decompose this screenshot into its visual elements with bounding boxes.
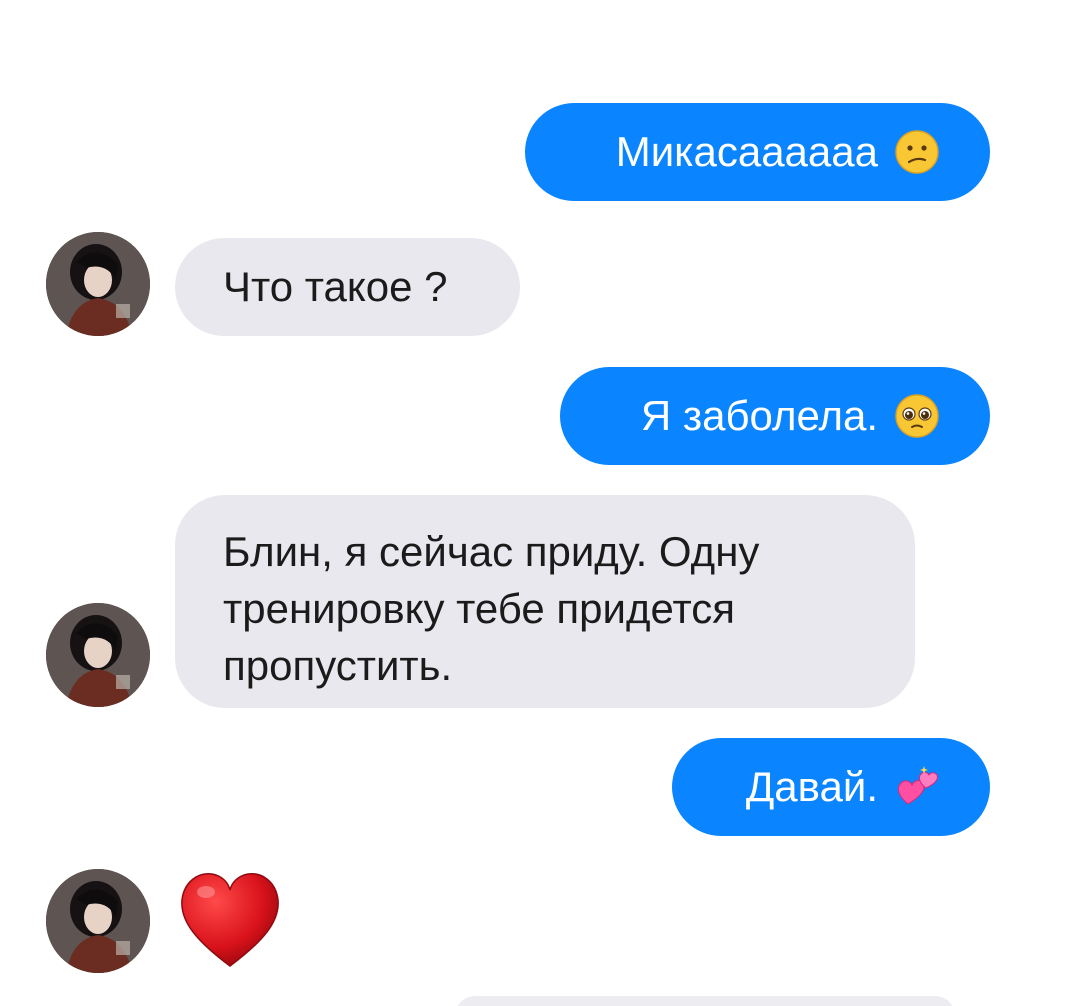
chat-thread: Микасаааааа Что такое ? Я заболела. Блин… [0, 0, 1080, 1006]
avatar-image [46, 232, 150, 336]
message-line: Блин, я сейчас приду. Одну [223, 528, 760, 575]
contact-avatar[interactable] [46, 603, 150, 707]
contact-avatar[interactable] [46, 232, 150, 336]
outgoing-message-bubble[interactable]: Я заболела. [560, 367, 990, 465]
outgoing-message-bubble[interactable]: Микасаааааа [525, 103, 990, 201]
outgoing-message-bubble[interactable]: Давай. [672, 738, 990, 836]
incoming-message-bubble[interactable]: Блин, я сейчас приду. Одну тренировку те… [175, 495, 915, 708]
message-text: Микасаааааа [615, 128, 878, 175]
red-heart-icon[interactable] [178, 870, 282, 970]
incoming-message-bubble[interactable]: Что такое ? [175, 238, 520, 336]
message-line: пропустить. [223, 642, 453, 689]
message-text: Давай. [745, 763, 878, 810]
message-text: Я заболела. [640, 392, 878, 439]
message-text: Что такое ? [223, 263, 448, 310]
contact-avatar[interactable] [46, 869, 150, 973]
two-hearts-icon [897, 766, 938, 805]
partial-message-bubble [455, 996, 955, 1006]
pleading-face-icon [895, 394, 939, 438]
confused-face-icon [895, 130, 939, 174]
avatar-image [46, 869, 150, 973]
message-line: тренировку тебе придется [223, 585, 735, 632]
avatar-image [46, 603, 150, 707]
